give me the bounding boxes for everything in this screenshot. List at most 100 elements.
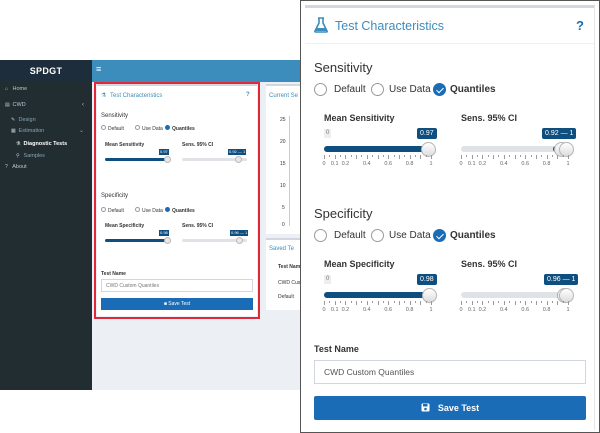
slider-tick-label: 0.2 bbox=[341, 307, 350, 313]
slider-tick bbox=[503, 155, 505, 159]
slider-tick bbox=[471, 301, 473, 305]
slider-tick bbox=[350, 155, 352, 157]
slider-tick-label: 0.2 bbox=[341, 161, 350, 167]
saved-table-row[interactable]: CWD Cus bbox=[278, 280, 300, 286]
mean-specificity-ticks: 0 0.1 0.2 0.4 0.6 0.8 1 bbox=[322, 301, 433, 321]
radio-label: Default bbox=[334, 84, 366, 95]
help-icon[interactable]: ? bbox=[576, 18, 584, 33]
save-test-button[interactable]: Save Test bbox=[314, 396, 586, 420]
slider-tick-label: 0.4 bbox=[362, 161, 371, 167]
slider-tick bbox=[471, 155, 473, 159]
slider-tick bbox=[551, 155, 553, 157]
sidebar-item-home[interactable]: ⌂ Home bbox=[0, 82, 92, 96]
slider-tick bbox=[546, 155, 548, 159]
slider-min-label: 0 bbox=[324, 129, 332, 138]
slider-tick bbox=[377, 155, 379, 159]
slider-tick-label: 0.4 bbox=[362, 307, 371, 313]
slider-tick bbox=[404, 155, 406, 157]
chevron-down-icon: ⌄ bbox=[78, 128, 84, 134]
slider-tick bbox=[514, 155, 516, 159]
spec-ci-track bbox=[461, 292, 568, 298]
panel-title: Test Characteristics bbox=[335, 19, 445, 33]
chart-y-tick: 5 bbox=[282, 205, 285, 211]
slider-tick bbox=[482, 155, 484, 159]
slider-tick bbox=[535, 301, 537, 305]
sidebar-item-label: CWD bbox=[12, 102, 26, 108]
slider-tick bbox=[425, 301, 427, 303]
mean-sensitivity-label: Mean Sensitivity bbox=[324, 113, 395, 123]
slider-tick bbox=[461, 155, 462, 159]
slider-tick bbox=[535, 155, 537, 159]
slider-tick bbox=[525, 301, 527, 305]
slider-tick bbox=[372, 155, 374, 157]
slider-tick bbox=[393, 155, 395, 157]
saved-table-row[interactable]: Default bbox=[278, 294, 294, 300]
slider-tick bbox=[393, 301, 395, 303]
menu-toggle-icon[interactable]: ≡ bbox=[96, 64, 101, 74]
slider-tick bbox=[541, 155, 543, 157]
slider-tick bbox=[493, 155, 495, 159]
sidebar-item-label: Diagnostic Tests bbox=[23, 141, 68, 147]
sensitivity-radio-default[interactable] bbox=[314, 83, 327, 96]
sidebar-item-label: Samples bbox=[23, 153, 45, 159]
chart-axis bbox=[289, 116, 290, 226]
slider-tick bbox=[361, 155, 363, 157]
spec-ci-ticks: 0 0.1 0.2 0.4 0.6 0.8 1 bbox=[459, 301, 570, 321]
slider-tick bbox=[398, 301, 400, 305]
slider-tick bbox=[388, 301, 390, 305]
slider-tick-label: 0 bbox=[322, 307, 326, 313]
slider-tick-label: 0.1 bbox=[330, 307, 339, 313]
slider-tick bbox=[519, 155, 521, 157]
slider-tick bbox=[519, 301, 521, 303]
specificity-radio-default[interactable] bbox=[314, 229, 327, 242]
sidebar-item-about[interactable]: ? About bbox=[0, 160, 92, 174]
sensitivity-radio-use-data[interactable] bbox=[371, 83, 384, 96]
slider-tick-label: 0.6 bbox=[384, 161, 393, 167]
slider-tick-label: 0 bbox=[322, 161, 326, 167]
test-name-input[interactable]: CWD Custom Quantiles bbox=[314, 360, 586, 384]
slider-tick bbox=[466, 301, 468, 303]
slider-tick bbox=[382, 155, 384, 157]
specificity-radio-use-data[interactable] bbox=[371, 229, 384, 242]
sidebar-item-label: Estimation bbox=[18, 128, 45, 134]
slider-tick bbox=[498, 155, 500, 157]
zoomed-panel-callout: Test Characteristics ? Sensitivity Defau… bbox=[300, 0, 600, 433]
slider-tick-label: 0 bbox=[459, 307, 463, 313]
slider-min-label: 0 bbox=[324, 275, 332, 284]
sensitivity-heading: Sensitivity bbox=[314, 60, 373, 75]
slider-tick-label: 0.6 bbox=[521, 161, 530, 167]
slider-tick-label: 1 bbox=[429, 307, 433, 313]
table-icon: ▦ bbox=[11, 128, 16, 134]
slider-tick bbox=[562, 301, 564, 303]
slider-tick bbox=[487, 155, 489, 157]
slider-tick bbox=[562, 155, 564, 157]
sidebar-item-estimation[interactable]: ▦ Estimation ⌄ bbox=[0, 124, 92, 138]
slider-tick bbox=[466, 155, 468, 157]
radio-label: Quantiles bbox=[450, 84, 496, 95]
slider-tick bbox=[345, 301, 347, 305]
slider-tick bbox=[477, 155, 479, 157]
spec-ci-value-tag: 0.96 — 1 bbox=[544, 274, 579, 285]
slider-tick-label: 0.1 bbox=[467, 161, 476, 167]
chart-y-tick: 0 bbox=[282, 222, 285, 228]
sidebar-item-label: About bbox=[12, 164, 27, 170]
specificity-heading: Specificity bbox=[314, 206, 373, 221]
slider-tick bbox=[514, 301, 516, 305]
sidebar-item-cwd[interactable]: ▤ CWD ‹ bbox=[0, 98, 92, 112]
save-test-label: Save Test bbox=[437, 403, 480, 413]
slider-tick bbox=[366, 301, 368, 305]
test-name-label: Test Name bbox=[314, 344, 359, 354]
sidebar-item-label: Home bbox=[12, 86, 28, 92]
slider-tick bbox=[324, 301, 325, 305]
slider-tick bbox=[503, 301, 505, 305]
slider-tick bbox=[329, 301, 331, 303]
sensitivity-radio-quantiles[interactable] bbox=[433, 83, 446, 96]
slider-tick-label: 0.1 bbox=[467, 307, 476, 313]
slider-tick bbox=[509, 155, 511, 157]
specificity-radio-quantiles[interactable] bbox=[433, 229, 446, 242]
slider-tick bbox=[482, 301, 484, 305]
slider-tick bbox=[557, 155, 559, 159]
slider-tick-label: 0.2 bbox=[478, 161, 487, 167]
slider-tick bbox=[493, 301, 495, 305]
slider-tick bbox=[409, 301, 411, 305]
